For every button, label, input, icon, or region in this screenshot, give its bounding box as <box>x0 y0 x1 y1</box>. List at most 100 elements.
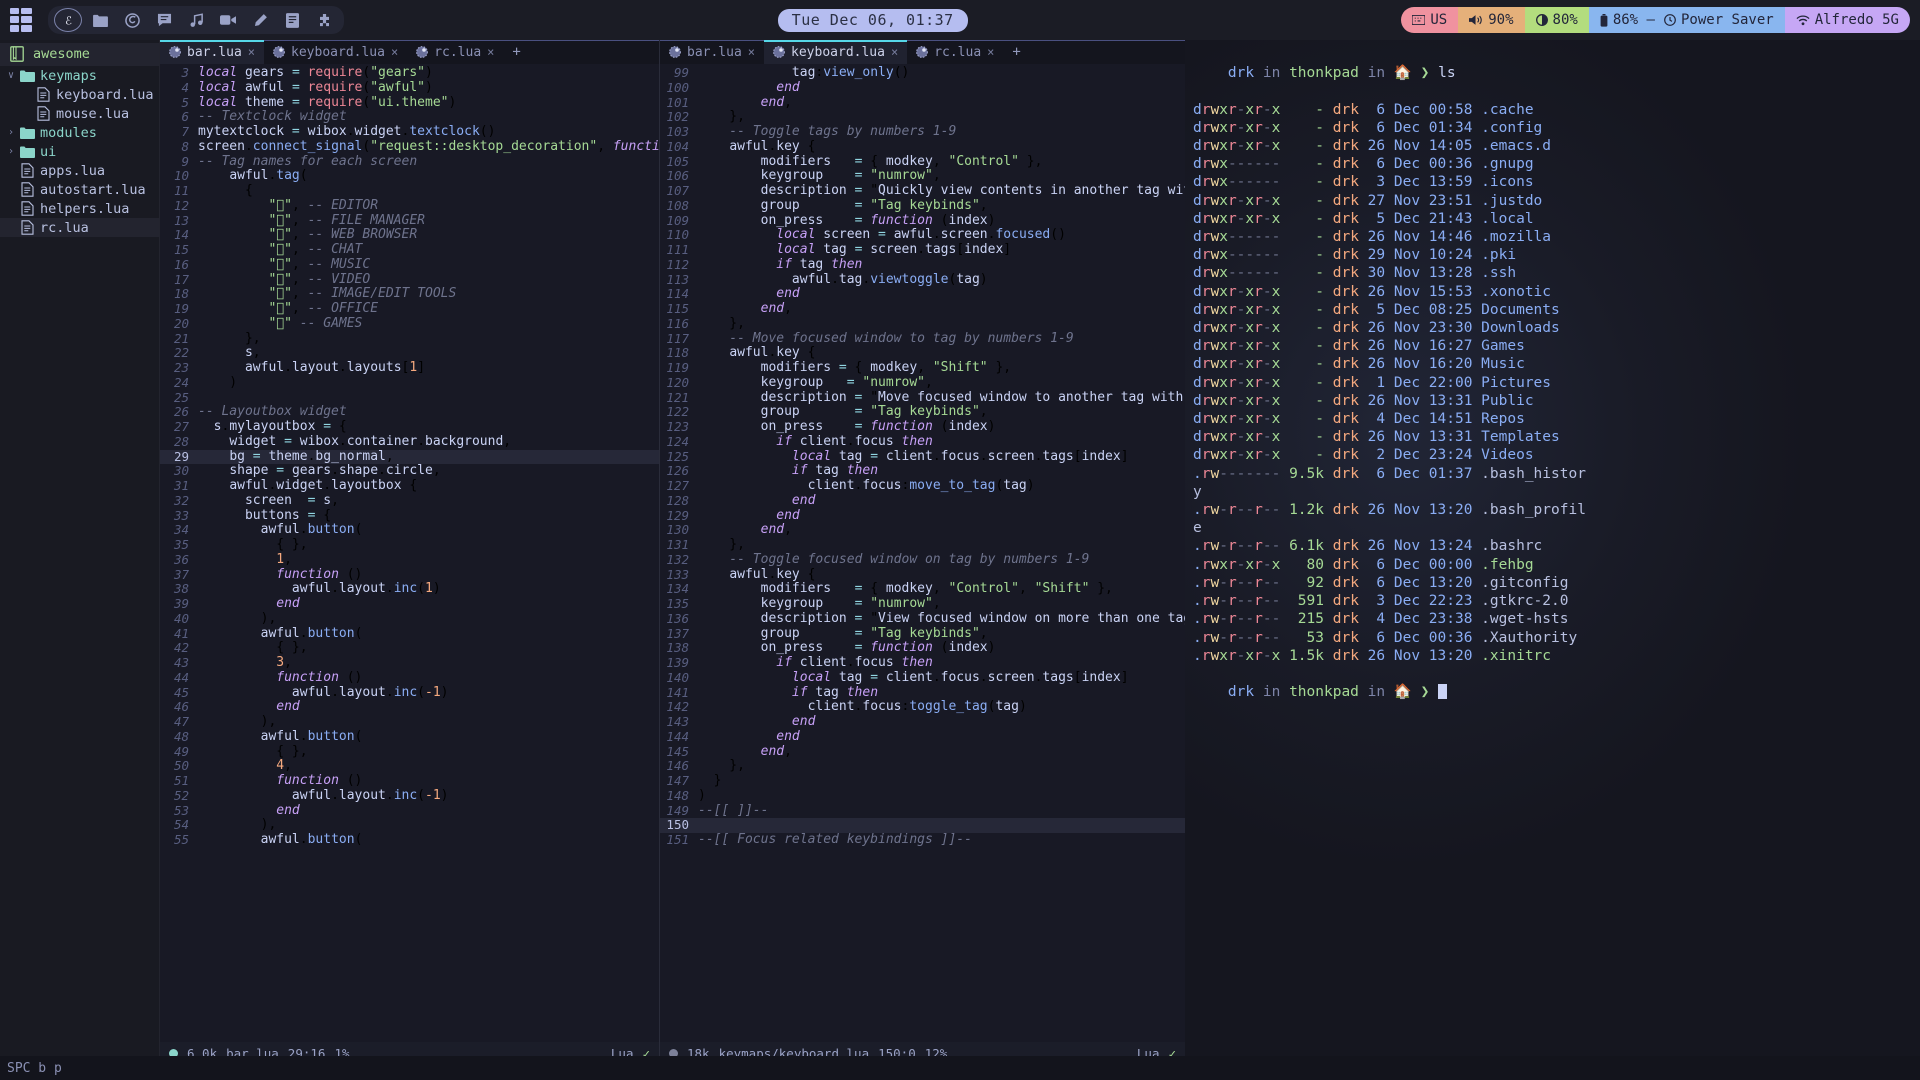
tree-item-keyboard-lua[interactable]: keyboard.lua <box>0 85 159 104</box>
editor-right-tab-rc-lua[interactable]: rc.lua × <box>907 40 1003 64</box>
taglist[interactable]: ℰ <box>48 6 344 34</box>
code-line[interactable]: 108 group = "Tag keybinds", <box>660 198 1185 214</box>
code-line[interactable]: 44 function () <box>160 670 659 686</box>
close-icon[interactable]: × <box>891 45 898 59</box>
code-line[interactable]: 35 { }, <box>160 537 659 553</box>
editor-left-tab-keyboard-lua[interactable]: keyboard.lua × <box>264 40 407 64</box>
tree-item-helpers-lua[interactable]: helpers.lua <box>0 199 159 218</box>
close-icon[interactable]: × <box>487 45 494 59</box>
code-line[interactable]: 3 local gears = require("gears") <box>160 65 659 81</box>
code-line[interactable]: 135 keygroup = "numrow", <box>660 596 1185 612</box>
code-line[interactable]: 110 local screen = awful.screen.focused(… <box>660 227 1185 243</box>
code-line[interactable]: 28 widget = wibox.container.background, <box>160 434 659 450</box>
tag-office[interactable] <box>276 6 308 34</box>
code-line[interactable]: 151 --[[ Focus related keybindings ]]-- <box>660 832 1185 848</box>
code-line[interactable]: 131 }, <box>660 537 1185 553</box>
code-line[interactable]: 133 awful.key { <box>660 567 1185 583</box>
code-line[interactable]: 17 "", -- VIDEO <box>160 272 659 288</box>
code-line[interactable]: 103 -- Toggle tags by numbers 1-9 <box>660 124 1185 140</box>
code-line[interactable]: 52 awful.layout.inc(-1) <box>160 788 659 804</box>
editor-pane-right[interactable]: bar.lua × keyboard.lua × rc.lua × + 99 tag:vie… <box>660 40 1185 1064</box>
editor-right-tab-keyboard-lua[interactable]: keyboard.lua × <box>764 40 908 64</box>
code-line[interactable]: 7 mytextclock = wibox.widget.textclock() <box>160 124 659 140</box>
code-line[interactable]: 41 awful.button( <box>160 626 659 642</box>
code-line[interactable]: 39 end <box>160 596 659 612</box>
code-line[interactable]: 45 awful.layout.inc(-1) <box>160 685 659 701</box>
tree-item-ui[interactable]: › ui <box>0 142 159 161</box>
chevron-icon[interactable]: › <box>4 127 18 138</box>
code-line[interactable]: 32 screen = s, <box>160 493 659 509</box>
code-line[interactable]: 43 3, <box>160 655 659 671</box>
tag-web-browser[interactable] <box>116 6 148 34</box>
code-line[interactable]: 53 end <box>160 803 659 819</box>
code-line[interactable]: 55 awful.button( <box>160 832 659 848</box>
editor-right-code[interactable]: 99 tag:view_only() 100 end 101 end, 102 }, 1… <box>660 64 1185 848</box>
chevron-icon[interactable]: › <box>4 146 18 157</box>
code-line[interactable]: 118 awful.key { <box>660 345 1185 361</box>
code-line[interactable]: 104 awful.key { <box>660 139 1185 155</box>
code-line[interactable]: 113 awful.tag.viewtoggle(tag) <box>660 272 1185 288</box>
close-icon[interactable]: × <box>248 45 255 59</box>
code-line[interactable]: 138 on_press = function (index) <box>660 640 1185 656</box>
tree-item-keymaps[interactable]: ∨ keymaps <box>0 66 159 85</box>
code-line[interactable]: 46 end <box>160 699 659 715</box>
code-line[interactable]: 9 -- Tag names for each screen <box>160 154 659 170</box>
code-line[interactable]: 136 description = "View focused window o… <box>660 611 1185 627</box>
network-widget[interactable]: Alfredo 5G <box>1784 7 1910 33</box>
code-line[interactable]: 127 client.focus:move_to_tag(tag) <box>660 478 1185 494</box>
code-line[interactable]: 6 -- Textclock widget <box>160 109 659 125</box>
code-line[interactable]: 47 ), <box>160 714 659 730</box>
code-line[interactable]: 18 "", -- IMAGE/EDIT TOOLS <box>160 286 659 302</box>
code-line[interactable]: 100 end <box>660 80 1185 96</box>
brightness-widget[interactable]: 80% <box>1524 7 1589 33</box>
close-icon[interactable]: × <box>987 45 994 59</box>
code-line[interactable]: 147 } <box>660 773 1185 789</box>
code-line[interactable]: 42 { }, <box>160 640 659 656</box>
code-line[interactable]: 119 modifiers = { modkey, "Shift" }, <box>660 360 1185 376</box>
code-line[interactable]: 31 awful.widget.layoutbox { <box>160 478 659 494</box>
tag-editor[interactable]: ℰ <box>52 6 84 34</box>
tag-chat[interactable] <box>148 6 180 34</box>
code-line[interactable]: 34 awful.button( <box>160 522 659 538</box>
code-line[interactable]: 140 local tag = client.focus.screen.tags… <box>660 670 1185 686</box>
code-line[interactable]: 114 end <box>660 286 1185 302</box>
editor-left-tab-rc-lua[interactable]: rc.lua × <box>407 40 503 64</box>
code-line[interactable]: 37 function () <box>160 567 659 583</box>
code-line[interactable]: 105 modifiers = { modkey, "Control" }, <box>660 154 1185 170</box>
code-line[interactable]: 139 if client.focus then <box>660 655 1185 671</box>
code-line[interactable]: 120 keygroup = "numrow", <box>660 375 1185 391</box>
code-line[interactable]: 48 awful.button( <box>160 729 659 745</box>
tree-item-autostart-lua[interactable]: autostart.lua <box>0 180 159 199</box>
file-tree-sidebar[interactable]: awesome ∨ keymaps keyboard.lua mouse.lua › mo… <box>0 40 160 1064</box>
tag-music[interactable] <box>180 6 212 34</box>
code-line[interactable]: 111 local tag = screen.tags[index] <box>660 242 1185 258</box>
code-line[interactable]: 12 "", -- EDITOR <box>160 198 659 214</box>
code-line[interactable]: 14 "", -- WEB BROWSER <box>160 227 659 243</box>
chevron-icon[interactable]: ∨ <box>4 70 18 81</box>
code-line[interactable]: 122 group = "Tag keybinds", <box>660 404 1185 420</box>
code-line[interactable]: 115 end, <box>660 301 1185 317</box>
clock-widget[interactable]: Tue Dec 06, 01:37 <box>777 8 968 32</box>
editor-left-tab-bar-lua[interactable]: bar.lua × <box>160 40 265 64</box>
code-line[interactable]: 23 awful.layout.layouts[1] <box>160 360 659 376</box>
tree-root-awesome[interactable]: awesome <box>0 43 159 66</box>
tree-item-modules[interactable]: › modules <box>0 123 159 142</box>
code-line[interactable]: 38 awful.layout.inc(1) <box>160 581 659 597</box>
code-line[interactable]: 141 if tag then <box>660 685 1185 701</box>
editor-left-code[interactable]: 3 local gears = require("gears") 4 local aw… <box>160 64 659 848</box>
tree-item-mouse-lua[interactable]: mouse.lua <box>0 104 159 123</box>
code-line[interactable]: 126 if tag then <box>660 463 1185 479</box>
code-line[interactable]: 33 buttons = { <box>160 508 659 524</box>
battery-widget[interactable]: 86% – Power Saver <box>1588 7 1785 33</box>
code-line[interactable]: 143 end <box>660 714 1185 730</box>
launcher-button[interactable] <box>0 0 42 40</box>
keyboard-layout-widget[interactable]: US <box>1401 7 1459 33</box>
code-line[interactable]: 116 }, <box>660 316 1185 332</box>
close-icon[interactable]: × <box>391 45 398 59</box>
tag-video[interactable] <box>212 6 244 34</box>
code-line[interactable]: 40 ), <box>160 611 659 627</box>
code-line[interactable]: 16 "", -- MUSIC <box>160 257 659 273</box>
tag-games[interactable] <box>308 6 340 34</box>
code-line[interactable]: 150 <box>660 817 1185 833</box>
code-line[interactable]: 20 "" -- GAMES <box>160 316 659 332</box>
